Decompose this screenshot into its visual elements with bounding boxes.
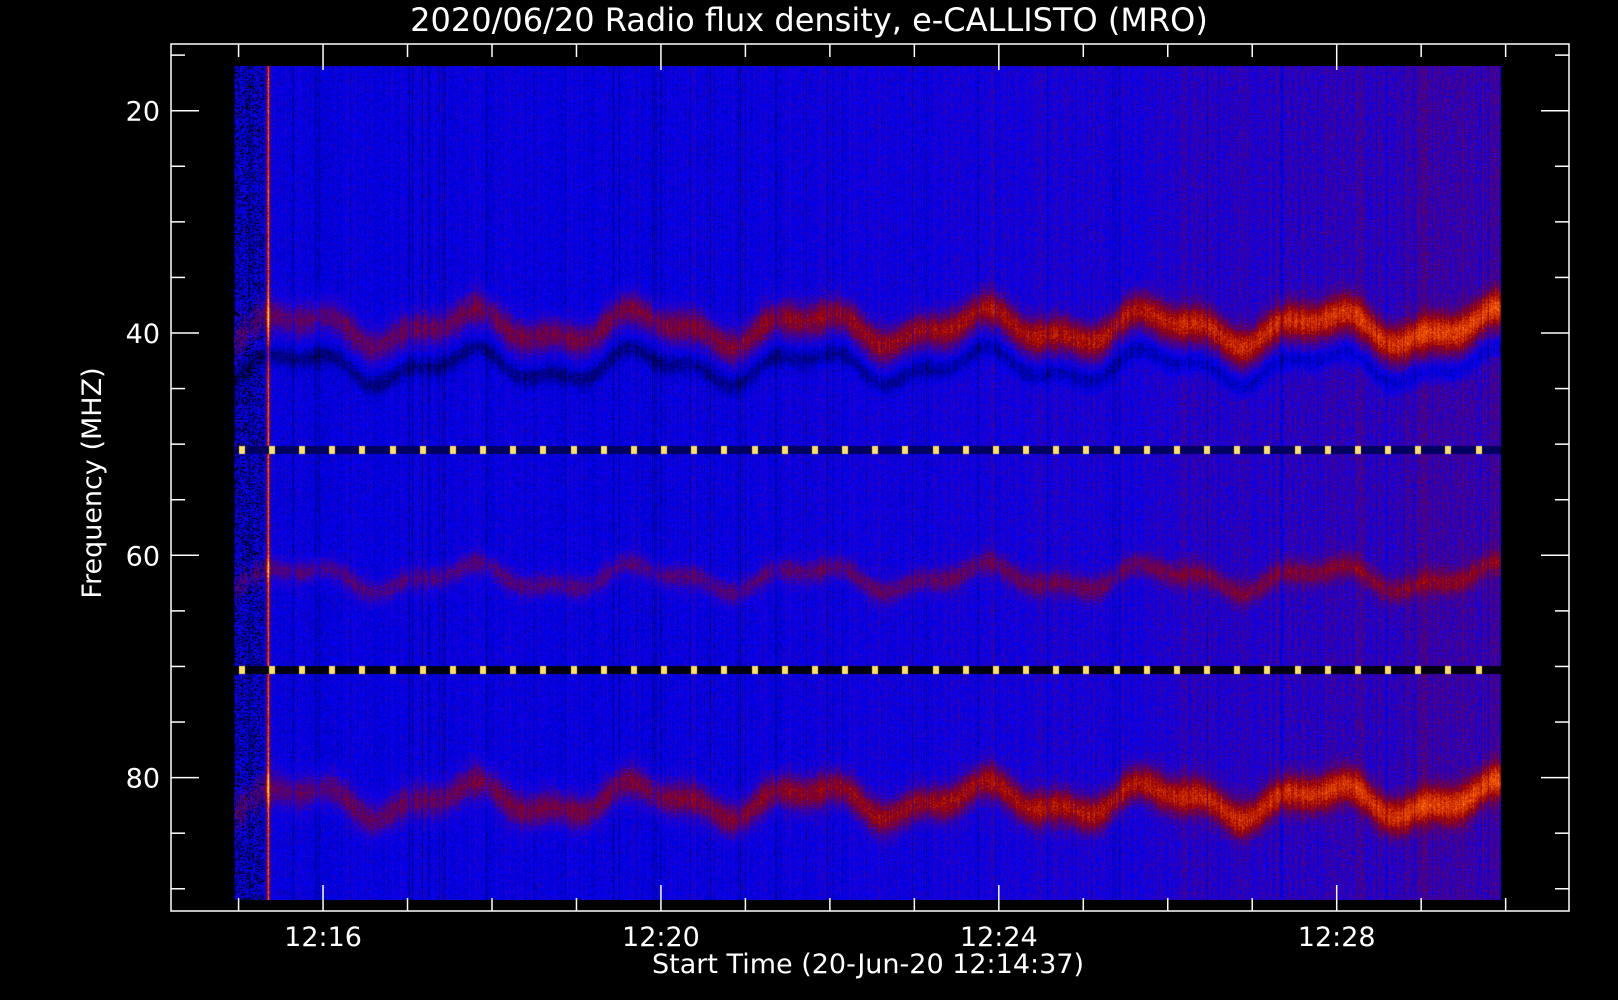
y-axis-label: Frequency (MHZ) (77, 367, 108, 598)
x-axis-label: Start Time (20-Jun-20 12:14:37) (652, 949, 1084, 980)
spectrogram-image (234, 66, 1501, 900)
y-tick-label: 20 (126, 97, 160, 128)
chart-title: 2020/06/20 Radio flux density, e-CALLIST… (410, 1, 1208, 39)
y-tick-label: 40 (126, 319, 160, 350)
y-tick-label: 60 (126, 541, 160, 572)
x-tick-label: 12:16 (284, 922, 362, 953)
x-tick-label: 12:28 (1298, 922, 1376, 953)
spectrogram-chart: 2020/06/20 Radio flux density, e-CALLIST… (77, 1, 1570, 980)
y-tick-label: 80 (126, 764, 160, 795)
plot-area (234, 66, 1501, 900)
